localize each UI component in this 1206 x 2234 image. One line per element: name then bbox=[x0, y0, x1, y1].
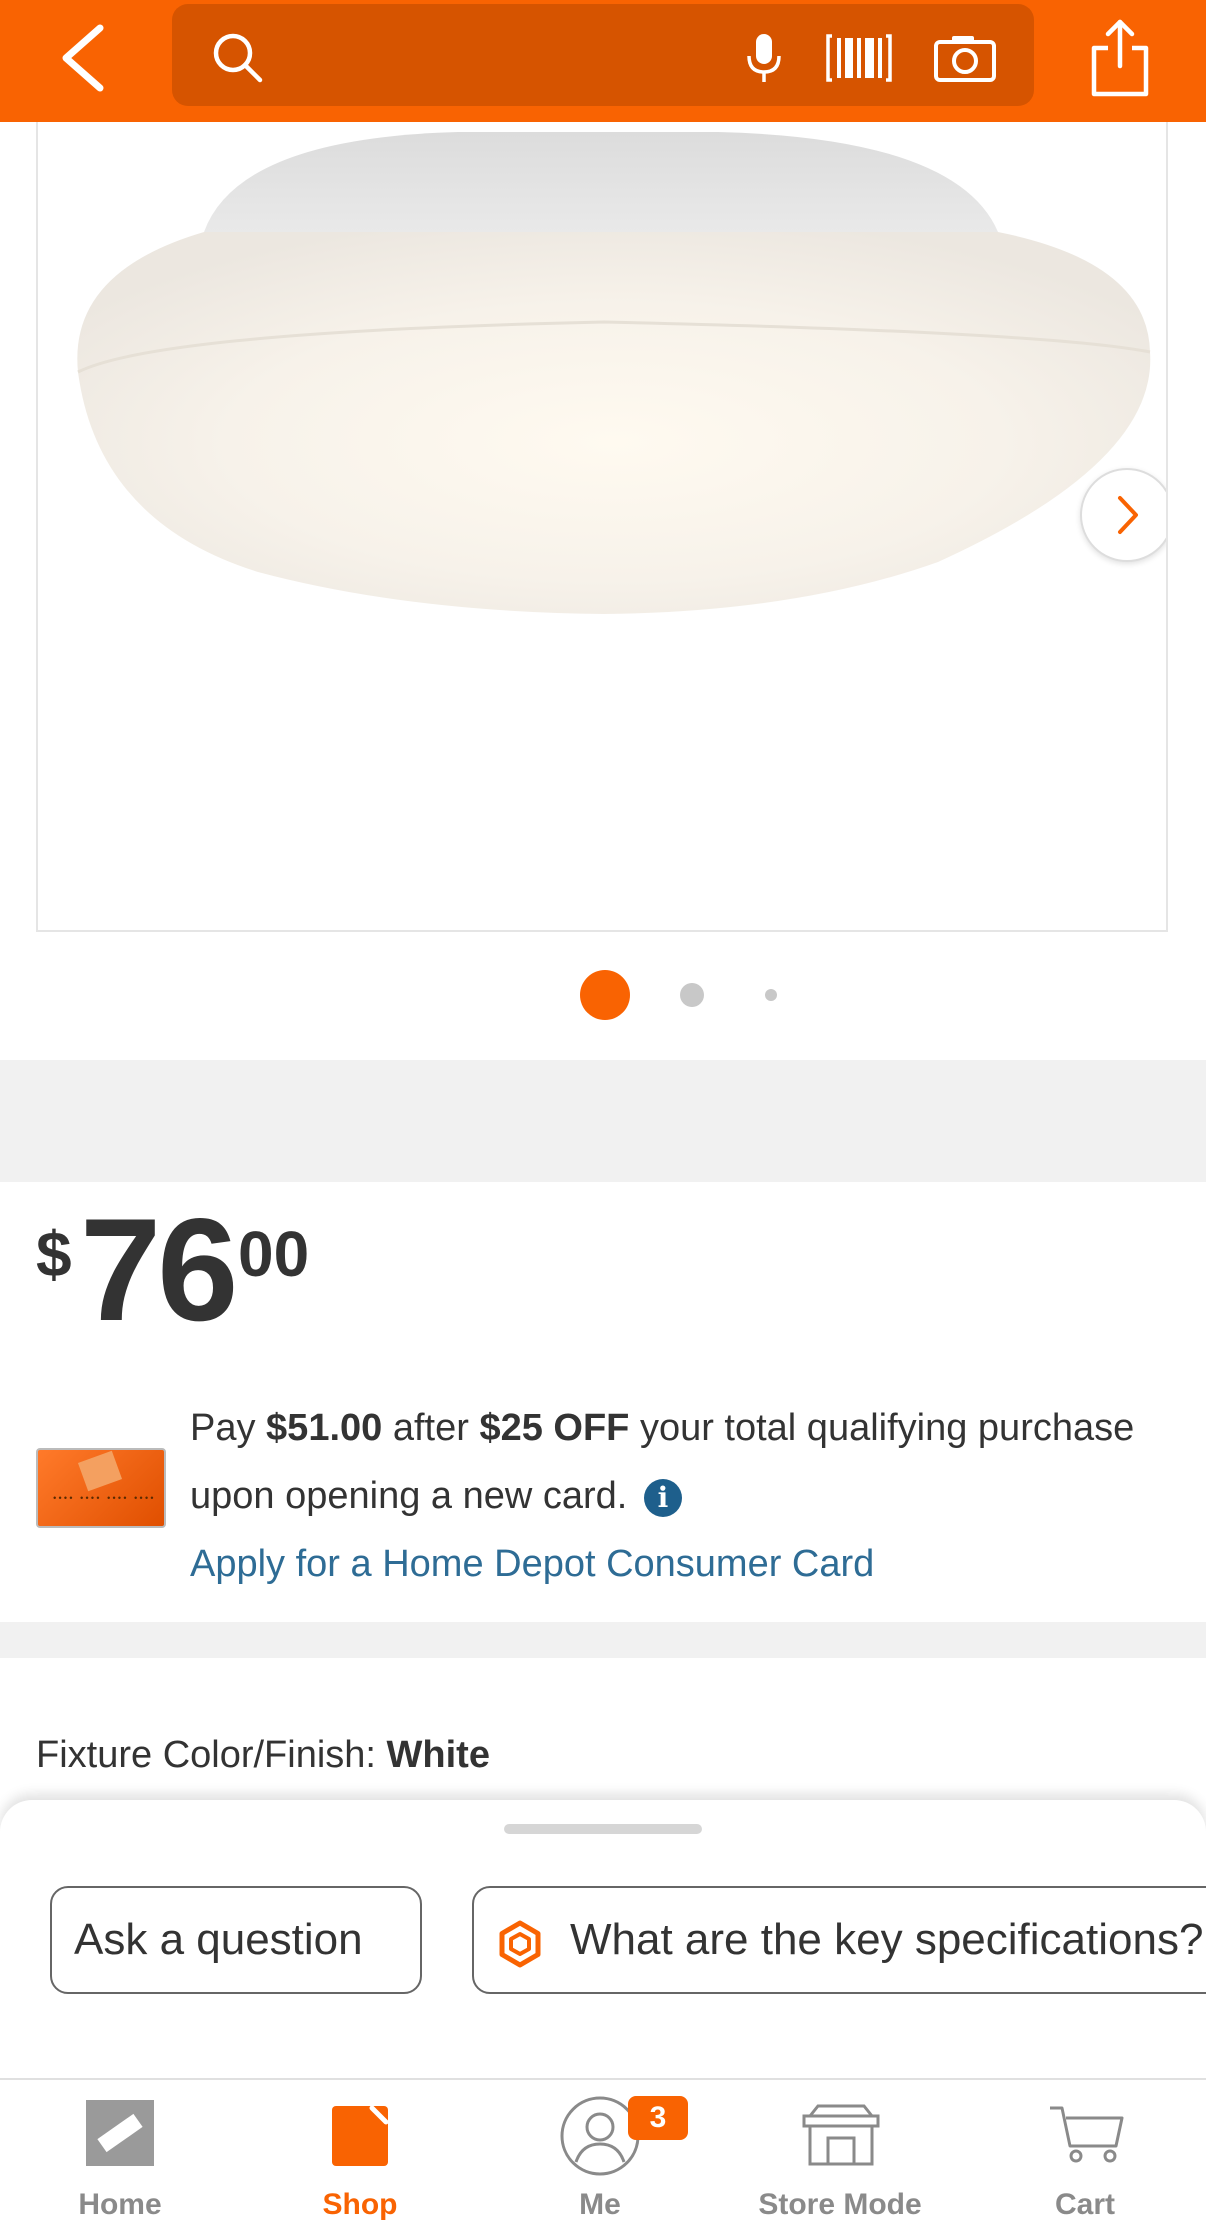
top-bar bbox=[0, 0, 1206, 122]
shop-bag-icon bbox=[332, 2105, 389, 2166]
back-button[interactable] bbox=[50, 18, 120, 98]
microphone-icon[interactable] bbox=[734, 28, 794, 88]
price-cents: 00 bbox=[238, 1218, 310, 1290]
ask-question-chip[interactable]: Ask a question bbox=[50, 1886, 422, 1994]
carousel-dot[interactable] bbox=[680, 983, 704, 1007]
notification-badge: 3 bbox=[628, 2096, 688, 2140]
discounted-price: $51.00 bbox=[266, 1407, 383, 1449]
next-image-button[interactable] bbox=[1080, 468, 1166, 562]
carousel-indicator bbox=[0, 966, 1206, 1026]
credit-card-image: •••• •••• •••• •••• bbox=[36, 1448, 166, 1528]
price-dollars: 76 bbox=[80, 1188, 238, 1351]
chevron-left-icon bbox=[62, 24, 104, 92]
apply-card-link[interactable]: Apply for a Home Depot Consumer Card bbox=[190, 1543, 874, 1585]
nav-home[interactable]: Home bbox=[40, 2080, 200, 2234]
ceiling-light-image bbox=[77, 132, 1151, 614]
card-number-graphic: •••• •••• •••• •••• bbox=[52, 1494, 155, 1504]
nav-cart[interactable]: Cart bbox=[1000, 2080, 1170, 2234]
carousel-dot-active[interactable] bbox=[580, 970, 630, 1020]
nav-shop[interactable]: Shop bbox=[280, 2080, 440, 2234]
ai-hexagon-icon bbox=[499, 1920, 541, 1968]
price-currency: $ bbox=[36, 1218, 72, 1290]
bottom-navigation: Home Shop Me 3 Store Mode Cart bbox=[0, 2078, 1206, 2234]
sheet-drag-handle[interactable] bbox=[504, 1824, 702, 1834]
info-icon[interactable]: i bbox=[643, 1478, 682, 1517]
barcode-scan-icon[interactable] bbox=[824, 26, 894, 90]
fixture-label: Fixture Color/Finish: bbox=[36, 1734, 387, 1776]
search-icon bbox=[213, 33, 263, 83]
cart-icon bbox=[1050, 2106, 1124, 2163]
chip-label: What are the key specifications? bbox=[570, 1915, 1204, 1964]
search-bar[interactable] bbox=[172, 4, 1034, 106]
fixture-color-finish: Fixture Color/Finish: White bbox=[36, 1734, 490, 1777]
card-promo: Pay $51.00 after $25 OFF your total qual… bbox=[190, 1407, 1135, 1585]
home-depot-logo-icon bbox=[86, 2100, 154, 2166]
carousel-dot[interactable] bbox=[765, 989, 777, 1001]
home-depot-logo-icon bbox=[77, 1450, 123, 1492]
section-divider bbox=[0, 1060, 1206, 1182]
share-button[interactable] bbox=[1084, 14, 1156, 100]
discount-amount: $25 OFF bbox=[479, 1407, 630, 1449]
key-specifications-chip[interactable]: What are the key specifications? bbox=[472, 1886, 1206, 1994]
chevron-right-icon bbox=[1118, 496, 1138, 534]
assistant-bottom-sheet: Ask a question What are the key specific… bbox=[0, 1800, 1206, 2080]
store-icon bbox=[802, 2104, 880, 2166]
camera-icon[interactable] bbox=[932, 28, 998, 88]
product-image[interactable] bbox=[36, 122, 1168, 932]
fixture-value: White bbox=[386, 1734, 490, 1776]
nav-store-mode[interactable]: Store Mode bbox=[740, 2080, 940, 2234]
share-icon bbox=[1091, 19, 1149, 97]
section-divider bbox=[0, 1622, 1206, 1658]
